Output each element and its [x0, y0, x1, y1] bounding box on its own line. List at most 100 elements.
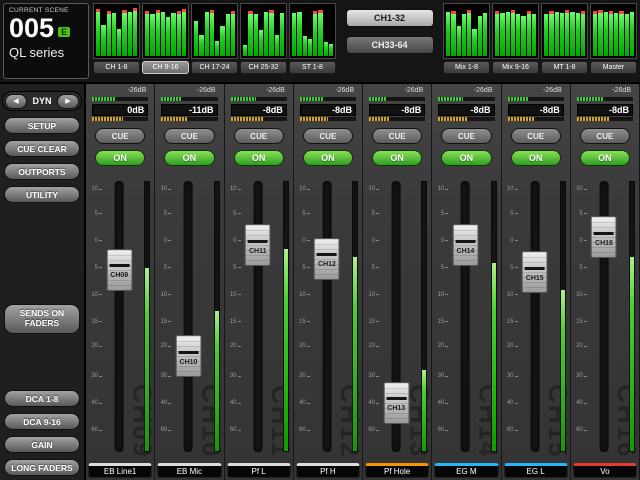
scale-tick: 20 [161, 343, 172, 349]
meter-bank-thumbnail[interactable] [93, 3, 140, 59]
fader-track[interactable]: CH11 [253, 181, 262, 452]
channel-number-watermark: CH13 [406, 384, 432, 458]
meter-bank-thumbnail[interactable] [541, 3, 588, 59]
cue-button[interactable]: CUE [303, 128, 353, 144]
meter-bank-label[interactable]: Master [590, 61, 637, 74]
meter-bar [112, 13, 116, 56]
long-faders-button[interactable]: LONG FADERS [4, 459, 80, 476]
scale-tick: 10 [299, 186, 310, 192]
dca-1-8-button[interactable]: DCA 1-8 [4, 390, 80, 407]
setup-button[interactable]: SETUP [4, 117, 80, 134]
meter-bank-thumbnail[interactable] [191, 3, 238, 59]
pre-meter [92, 97, 148, 101]
on-button[interactable]: ON [164, 150, 214, 166]
meter-bank-label[interactable]: ST 1-8 [289, 61, 336, 74]
meter-bar [614, 13, 618, 56]
scale-tick-label: 5 [233, 265, 236, 271]
fader-track[interactable]: CH16 [599, 181, 608, 452]
meter-bank-label[interactable]: CH 9-16 [142, 61, 189, 74]
on-button[interactable]: ON [95, 150, 145, 166]
level-meter [491, 181, 497, 452]
meter-bank-label[interactable]: CH 17-24 [191, 61, 238, 74]
cue-button[interactable]: CUE [95, 128, 145, 144]
on-button[interactable]: ON [580, 150, 630, 166]
cue-button[interactable]: CUE [372, 128, 422, 144]
channel-name[interactable]: Vo [573, 463, 637, 478]
fader-cap[interactable]: CH10 [175, 335, 201, 377]
meter-bank-thumbnail[interactable] [142, 3, 189, 59]
scale-tick: 10 [576, 292, 587, 298]
nav-left-arrow-button[interactable]: ◀ [5, 94, 27, 109]
channel-name[interactable]: EB Mic [157, 463, 221, 478]
cue-clear-button[interactable]: CUE CLEAR [4, 140, 80, 157]
bank-button-ch1-32[interactable]: CH1-32 [346, 9, 434, 27]
fader-track[interactable]: CH12 [322, 181, 331, 452]
meter-bank-thumbnail[interactable] [240, 3, 287, 59]
cue-button[interactable]: CUE [234, 128, 284, 144]
nav-right-arrow-button[interactable]: ▶ [57, 94, 79, 109]
post-meter [508, 117, 564, 121]
fader-track[interactable]: CH09 [115, 181, 124, 452]
scale-tick-label: 20 [507, 343, 514, 349]
scale-tick-label: 30 [438, 373, 445, 379]
meter-bar [156, 10, 160, 57]
cue-button[interactable]: CUE [441, 128, 491, 144]
scale-tick: 40 [230, 400, 241, 406]
pre-meter [369, 97, 425, 101]
channel-name[interactable]: Pf L [227, 463, 291, 478]
scale-tick: 5 [372, 265, 379, 271]
channel-name[interactable]: Pf Hole [365, 463, 429, 478]
bank-button-ch33-64[interactable]: CH33-64 [346, 36, 434, 54]
meter-bank-thumbnail[interactable] [492, 3, 539, 59]
fader-cap[interactable]: CH15 [522, 251, 548, 293]
channel-name[interactable]: EG M [434, 463, 498, 478]
cue-button[interactable]: CUE [164, 128, 214, 144]
fader-track[interactable]: CH10 [184, 181, 193, 452]
meter-bar [495, 11, 499, 57]
meter-bank-label[interactable]: MT 1-8 [541, 61, 588, 74]
fader-cap[interactable]: CH16 [591, 216, 617, 258]
meter-bank-label[interactable]: Mix 9-16 [492, 61, 539, 74]
meter-bank-thumbnail[interactable] [289, 3, 336, 59]
meter-bank-label[interactable]: CH 1-8 [93, 61, 140, 74]
fader-track[interactable]: CH15 [530, 181, 539, 452]
on-button[interactable]: ON [511, 150, 561, 166]
scale-tick-label: 20 [91, 343, 98, 349]
on-button[interactable]: ON [303, 150, 353, 166]
fader-track[interactable]: CH13 [392, 181, 401, 452]
on-button[interactable]: ON [234, 150, 284, 166]
cue-button[interactable]: CUE [580, 128, 630, 144]
gain-button[interactable]: GAIN [4, 436, 80, 453]
utility-button[interactable]: UTILITY [4, 186, 80, 203]
scale-tick: 15 [91, 319, 102, 325]
dca-9-16-button[interactable]: DCA 9-16 [4, 413, 80, 430]
dyn-nav: ◀ DYN ▶ [2, 91, 82, 111]
fader-cap[interactable]: CH12 [314, 238, 340, 280]
channel-strip-ch11: -26dB-8dBCUEONCH1110505101520304060CH11P… [225, 84, 294, 480]
sends-on-faders-button[interactable]: SENDS ON FADERS [4, 304, 80, 334]
scale-tick: 5 [441, 211, 448, 217]
channel-name[interactable]: EB Line1 [88, 463, 152, 478]
meter-bar [324, 42, 328, 56]
meter-bar [248, 11, 252, 56]
fader-cap[interactable]: CH09 [106, 249, 132, 291]
fader-cap[interactable]: CH14 [452, 224, 478, 266]
channel-name[interactable]: Pf H [296, 463, 360, 478]
meter-bank-thumbnail[interactable] [443, 3, 490, 59]
scale-tick: 40 [91, 400, 102, 406]
fader-scale: 10505101520304060 [366, 181, 379, 452]
meter-bank-thumbnail[interactable] [590, 3, 637, 59]
cue-button[interactable]: CUE [511, 128, 561, 144]
scale-tick-label: 10 [507, 292, 514, 298]
scene-display[interactable]: CURRENT SCENE 005 E QL series [3, 3, 89, 79]
fader-cap[interactable]: CH11 [245, 224, 271, 266]
fader-track[interactable]: CH14 [461, 181, 470, 452]
meter-bank-label[interactable]: Mix 1-8 [443, 61, 490, 74]
outports-button[interactable]: OUTPORTS [4, 163, 80, 180]
meter-bank-label[interactable]: CH 25-32 [240, 61, 287, 74]
on-button[interactable]: ON [372, 150, 422, 166]
channel-name[interactable]: EG L [504, 463, 568, 478]
on-button[interactable]: ON [441, 150, 491, 166]
fader-cap[interactable]: CH13 [383, 382, 409, 424]
scale-tick-label: 10 [576, 292, 583, 298]
